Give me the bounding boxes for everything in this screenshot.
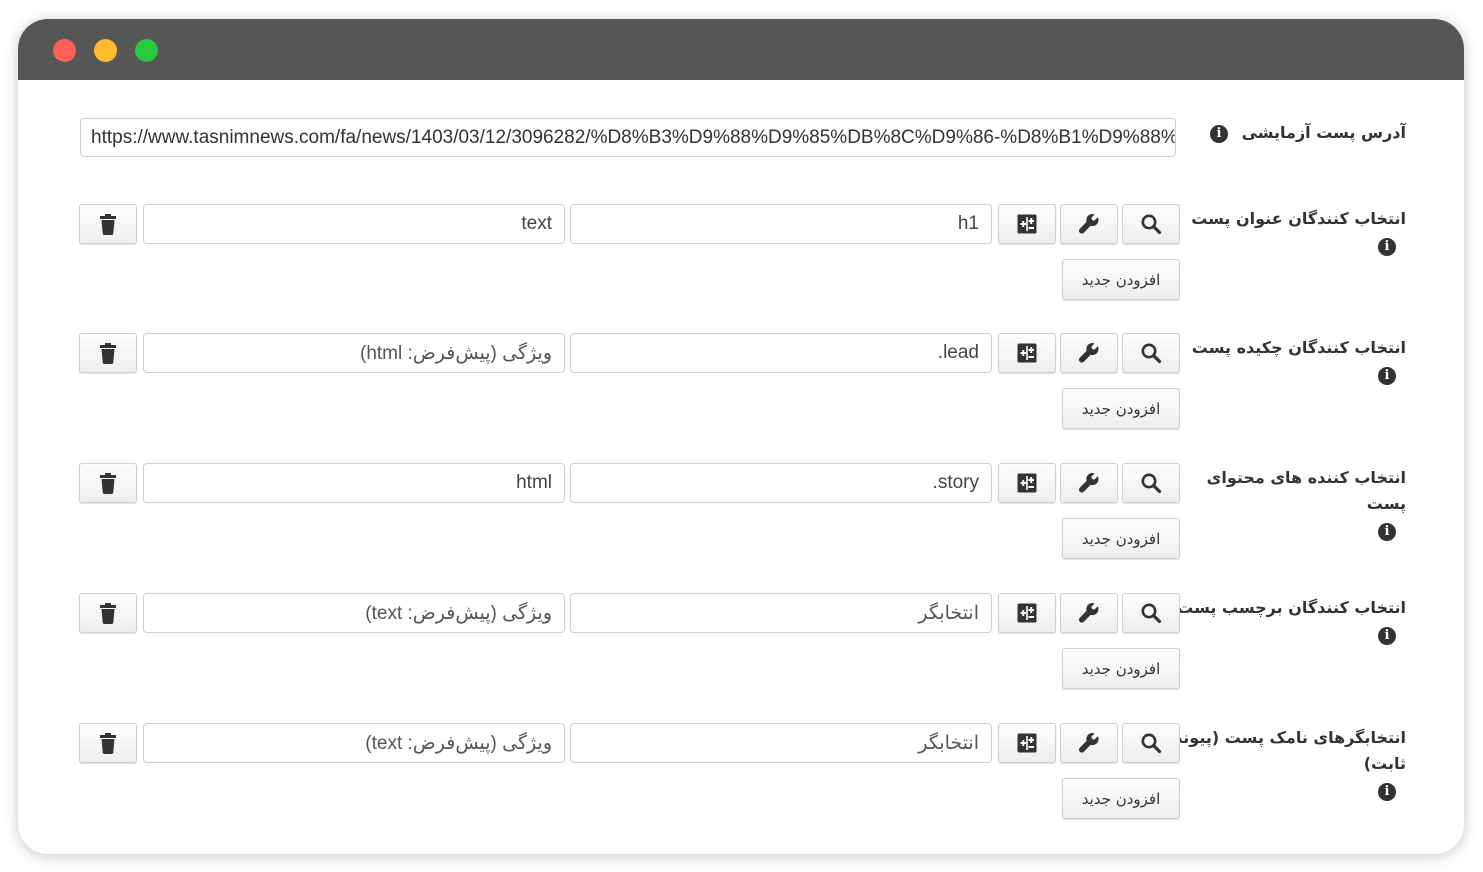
search-selector-button[interactable]: [1122, 723, 1180, 763]
search-selector-icon: [1140, 472, 1162, 494]
selector-options-icon: [1016, 342, 1038, 364]
selector-settings-icon: [1077, 212, 1101, 236]
selector-settings-icon: [1077, 731, 1101, 755]
sample-url-label: آدرس پست آزمایشی: [1241, 123, 1406, 142]
add-new-label: افزودن جدید: [1081, 659, 1161, 678]
attribute-input[interactable]: ویژگی (پیش‌فرض: text): [143, 593, 565, 633]
row-label-line: انتخاب کننده های محتوای: [1206, 468, 1406, 487]
add-new-label: افزودن جدید: [1081, 529, 1161, 548]
selector-settings-icon: [1077, 341, 1101, 365]
delete-row-icon: [98, 213, 118, 235]
app-window: آدرس پست آزمایشی i https://www.tasnimnew…: [18, 19, 1464, 854]
add-new-button[interactable]: افزودن جدید: [1062, 648, 1180, 689]
search-selector-button[interactable]: [1122, 463, 1180, 503]
info-icon[interactable]: i: [1378, 522, 1396, 541]
selector-settings-button[interactable]: [1060, 204, 1118, 244]
attribute-value: ویژگی (پیش‌فرض: text): [365, 602, 552, 624]
delete-row-icon: [98, 602, 118, 624]
title-bar: [18, 19, 1464, 80]
row-label-line: انتخابگرهای نامک پست (پیوند: [1174, 728, 1406, 747]
add-new-label: افزودن جدید: [1081, 270, 1161, 289]
selector-options-icon: [1016, 213, 1038, 235]
delete-row-icon: [98, 472, 118, 494]
selector-value: انتخابگر: [918, 602, 979, 624]
minimize-window-button[interactable]: [94, 39, 117, 62]
selector-settings-icon: [1077, 471, 1101, 495]
info-icon[interactable]: i: [1378, 782, 1396, 801]
selector-input[interactable]: .story: [570, 463, 992, 503]
attribute-value: text: [521, 213, 552, 234]
selector-options-button[interactable]: [998, 593, 1056, 633]
attribute-value: ویژگی (پیش‌فرض: text): [365, 732, 552, 754]
info-icon[interactable]: i: [1378, 237, 1396, 256]
close-window-button[interactable]: [53, 39, 76, 62]
maximize-window-button[interactable]: [135, 39, 158, 62]
search-selector-button[interactable]: [1122, 593, 1180, 633]
selector-options-button[interactable]: [998, 723, 1056, 763]
selector-options-icon: [1016, 602, 1038, 624]
info-icon[interactable]: i: [1378, 366, 1396, 385]
add-new-button[interactable]: افزودن جدید: [1062, 259, 1180, 300]
delete-row-icon: [98, 732, 118, 754]
selector-settings-button[interactable]: [1060, 463, 1118, 503]
row-label-line: انتخاب کنندگان برچسب پست: [1177, 598, 1406, 617]
attribute-value: ویژگی (پیش‌فرض: html): [359, 342, 552, 364]
search-selector-icon: [1140, 732, 1162, 754]
add-new-button[interactable]: افزودن جدید: [1062, 518, 1180, 559]
delete-row-button[interactable]: [79, 333, 137, 373]
row-label-line: انتخاب کنندگان چکیده پست: [1191, 338, 1406, 357]
search-selector-icon: [1140, 602, 1162, 624]
row-label-block: انتخاب کنندگان عنوان پست i: [1191, 206, 1406, 259]
selector-input[interactable]: .lead: [570, 333, 992, 373]
selector-options-button[interactable]: [998, 204, 1056, 244]
attribute-value: html: [516, 472, 552, 493]
selector-options-button[interactable]: [998, 463, 1056, 503]
row-label-block: انتخاب کنندگان برچسب پست i: [1177, 595, 1406, 648]
delete-row-icon: [98, 342, 118, 364]
row-label-block: انتخاب کنندگان چکیده پست i: [1192, 335, 1406, 388]
selector-options-button[interactable]: [998, 333, 1056, 373]
add-new-button[interactable]: افزودن جدید: [1062, 778, 1180, 819]
info-icon[interactable]: i: [1209, 124, 1228, 143]
row-label-line: ثابت): [1363, 754, 1406, 773]
row-label-line: پست: [1366, 494, 1406, 513]
delete-row-button[interactable]: [79, 723, 137, 763]
sample-url-label-row: آدرس پست آزمایشی i: [1209, 120, 1406, 146]
selector-value: .lead: [937, 342, 979, 363]
sample-url-input[interactable]: https://www.tasnimnews.com/fa/news/1403/…: [80, 118, 1176, 157]
info-icon[interactable]: i: [1378, 626, 1396, 645]
add-new-label: افزودن جدید: [1081, 789, 1161, 808]
row-label-block: انتخاب کننده های محتوای پست i: [1207, 465, 1406, 544]
selector-settings-button[interactable]: [1060, 593, 1118, 633]
row-label-block: انتخابگرهای نامک پست (پیوند ثابت) i: [1174, 725, 1406, 804]
delete-row-button[interactable]: [79, 204, 137, 244]
delete-row-button[interactable]: [79, 463, 137, 503]
attribute-input[interactable]: ویژگی (پیش‌فرض: html): [143, 333, 565, 373]
attribute-input[interactable]: text: [143, 204, 565, 244]
selector-value: h1: [957, 213, 979, 234]
selector-value: انتخابگر: [918, 732, 979, 754]
attribute-input[interactable]: html: [143, 463, 565, 503]
row-label-line: انتخاب کنندگان عنوان پست: [1191, 209, 1406, 228]
selector-options-icon: [1016, 472, 1038, 494]
search-selector-icon: [1140, 213, 1162, 235]
selector-input[interactable]: انتخابگر: [570, 593, 992, 633]
selector-value: .story: [932, 472, 979, 493]
selector-options-icon: [1016, 732, 1038, 754]
add-new-button[interactable]: افزودن جدید: [1062, 388, 1180, 429]
search-selector-button[interactable]: [1122, 333, 1180, 373]
sample-url-value: https://www.tasnimnews.com/fa/news/1403/…: [91, 127, 1176, 148]
selector-settings-icon: [1077, 601, 1101, 625]
attribute-input[interactable]: ویژگی (پیش‌فرض: text): [143, 723, 565, 763]
selector-input[interactable]: h1: [570, 204, 992, 244]
selector-input[interactable]: انتخابگر: [570, 723, 992, 763]
search-selector-icon: [1140, 342, 1162, 364]
delete-row-button[interactable]: [79, 593, 137, 633]
search-selector-button[interactable]: [1122, 204, 1180, 244]
add-new-label: افزودن جدید: [1081, 399, 1161, 418]
selector-settings-button[interactable]: [1060, 333, 1118, 373]
selector-settings-button[interactable]: [1060, 723, 1118, 763]
